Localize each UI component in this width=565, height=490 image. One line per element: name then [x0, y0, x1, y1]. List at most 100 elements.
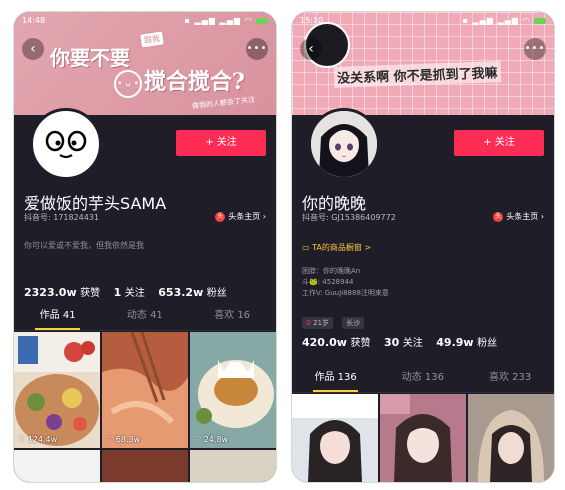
bio-line: 斗🐸: 4528944: [302, 278, 354, 286]
toutiao-label: 头条主页: [228, 212, 261, 221]
tab-moments[interactable]: 动态 136: [379, 366, 466, 390]
bio: 困脖：你的晚晚An 斗🐸: 4528944 工作V: GuuJi8888注明来意: [302, 266, 389, 299]
nickname: 你的晚晚: [302, 194, 367, 213]
post-thumbnail[interactable]: ♡ 68.3w: [102, 332, 188, 448]
profile-screen-2: 15:10 ▪ ▂▄▆ ▂▄▆ ◠ 没关系啊 你不是抓到了我嘛 ‹ ••• + …: [292, 12, 554, 482]
tab-active-indicator: [312, 390, 359, 392]
toutiao-logo-icon: 头: [215, 211, 226, 222]
user-id: 抖音号: GJ15386409772: [302, 213, 396, 222]
tab-moments-label: 动态 41: [126, 310, 163, 321]
portrait-image: [468, 394, 554, 482]
female-icon: ♀: [306, 319, 312, 327]
post-thumbnail[interactable]: ♡ 24.8w: [190, 332, 276, 448]
post-grid: ♡ 124.4w ♡ 68.3w ♡ 24.8w: [14, 332, 276, 482]
likes-count: 2323.0w: [24, 286, 77, 299]
post-likes: ♡ 24.8w: [194, 435, 229, 444]
bio-line: 困脖：你的晚晚An: [302, 267, 361, 275]
fans-count[interactable]: 49.9w: [436, 336, 473, 349]
post-likes-count: 24.8w: [203, 435, 229, 444]
follow-button[interactable]: + 关注: [176, 130, 266, 156]
profile-screen-1: 14:48 ▪ ▂▄▆ ▂▄▆ ◠ 你要不要 跟我 • ᴗ • 搅合搅合? 做我…: [14, 12, 276, 482]
avatar[interactable]: [308, 108, 380, 180]
likes-count: 420.0w: [302, 336, 347, 349]
bio-line: 工作V: GuuJi8888注明来意: [302, 289, 389, 297]
status-icons: ▪ ▂▄▆ ▂▄▆ ◠: [463, 16, 546, 25]
following-label[interactable]: 关注: [403, 338, 423, 349]
avatar-anime-girl-icon: [311, 111, 377, 177]
portrait-image: [292, 394, 378, 482]
tab-active-indicator: [34, 328, 81, 330]
likes-label: 获赞: [350, 338, 371, 349]
location-tag: 长沙: [342, 317, 365, 329]
profile-banner: 15:10 ▪ ▂▄▆ ▂▄▆ ◠ 没关系啊 你不是抓到了我嘛 ‹ •••: [292, 12, 554, 115]
toutiao-logo-icon: 头: [493, 211, 504, 222]
food-image: [102, 332, 188, 448]
tab-works-label: 作品 41: [39, 310, 76, 321]
status-icons: ▪ ▂▄▆ ▂▄▆ ◠: [185, 16, 268, 25]
avatar-face-icon: [35, 113, 97, 175]
follow-button[interactable]: + 关注: [454, 130, 544, 156]
post-thumbnail[interactable]: [14, 450, 100, 482]
back-button[interactable]: ‹: [22, 38, 44, 60]
banner-face-icon: • ᴗ •: [114, 70, 142, 98]
banner-caption: 做我的人都会了关注: [191, 95, 256, 111]
fans-count[interactable]: 653.2w: [158, 286, 203, 299]
post-thumbnail[interactable]: [190, 450, 276, 482]
profile-tabs: 作品 136 动态 136 喜欢 233: [292, 366, 554, 393]
tab-moments-label: 动态 136: [401, 372, 444, 383]
toutiao-homepage-link[interactable]: 头头条主页 ›: [493, 211, 544, 222]
avatar[interactable]: [30, 108, 102, 180]
tab-likes-label: 喜欢 233: [488, 372, 532, 383]
age-tag-label: 21岁: [313, 319, 330, 327]
profile-tags: ♀ 21岁 长沙: [302, 310, 368, 329]
tab-works-label: 作品 136: [314, 372, 357, 383]
tab-likes[interactable]: 喜欢 16: [188, 304, 275, 328]
tab-works[interactable]: 作品 41: [14, 304, 101, 330]
fans-label[interactable]: 粉丝: [477, 338, 497, 349]
post-thumbnail[interactable]: [468, 394, 554, 482]
age-tag: ♀ 21岁: [302, 317, 334, 329]
banner-headline: 没关系啊 你不是抓到了我嘛: [333, 61, 501, 88]
shop-label: TA的商品橱窗 >: [312, 243, 372, 252]
toutiao-label: 头条主页: [506, 212, 539, 221]
banner-headline: 你要不要: [50, 46, 130, 70]
battery-icon: [534, 17, 546, 24]
battery-icon: [256, 17, 268, 24]
profile-tabs: 作品 41 动态 41 喜欢 16: [14, 304, 276, 331]
toutiao-homepage-link[interactable]: 头头条主页 ›: [215, 211, 266, 222]
following-count[interactable]: 30: [384, 336, 399, 349]
post-thumbnail[interactable]: [102, 450, 188, 482]
portrait-image: [380, 394, 466, 482]
post-thumbnail[interactable]: [292, 394, 378, 482]
profile-stats: 2323.0w 获赞 1 关注 653.2w 粉丝: [24, 284, 237, 299]
tab-works[interactable]: 作品 136: [292, 366, 379, 392]
more-options-button[interactable]: •••: [524, 38, 546, 60]
post-likes: ♡ 68.3w: [106, 435, 141, 444]
food-image: [14, 332, 100, 446]
post-likes: ♡ 124.4w: [18, 435, 58, 444]
banner-subheadline: 搅合搅合?: [144, 69, 245, 95]
food-image: [190, 332, 276, 448]
back-button[interactable]: ‹: [300, 38, 322, 60]
tab-moments[interactable]: 动态 41: [101, 304, 188, 328]
more-options-button[interactable]: •••: [246, 38, 268, 60]
status-time: 14:48: [22, 16, 46, 25]
post-likes-count: 124.4w: [27, 435, 58, 444]
following-count[interactable]: 1: [114, 286, 122, 299]
profile-stats: 420.0w 获赞 30 关注 49.9w 粉丝: [302, 334, 507, 349]
shop-window-link[interactable]: ▭ TA的商品橱窗 >: [302, 242, 371, 253]
post-likes-count: 68.3w: [115, 435, 141, 444]
shop-icon: ▭: [302, 243, 310, 252]
post-thumbnail[interactable]: [380, 394, 466, 482]
fans-label[interactable]: 粉丝: [207, 288, 227, 299]
following-label[interactable]: 关注: [125, 288, 145, 299]
post-grid: [292, 394, 554, 482]
post-thumbnail[interactable]: ♡ 124.4w: [14, 332, 100, 448]
status-bar: 14:48 ▪ ▂▄▆ ▂▄▆ ◠: [14, 12, 276, 28]
likes-label: 获赞: [80, 288, 101, 299]
banner-tag: 跟我: [139, 30, 165, 49]
nickname: 爱做饭的芋头SAMA: [24, 194, 167, 213]
tab-likes[interactable]: 喜欢 233: [466, 366, 553, 390]
user-id: 抖音号: 171824431: [24, 213, 100, 222]
profile-banner: 14:48 ▪ ▂▄▆ ▂▄▆ ◠ 你要不要 跟我 • ᴗ • 搅合搅合? 做我…: [14, 12, 276, 115]
